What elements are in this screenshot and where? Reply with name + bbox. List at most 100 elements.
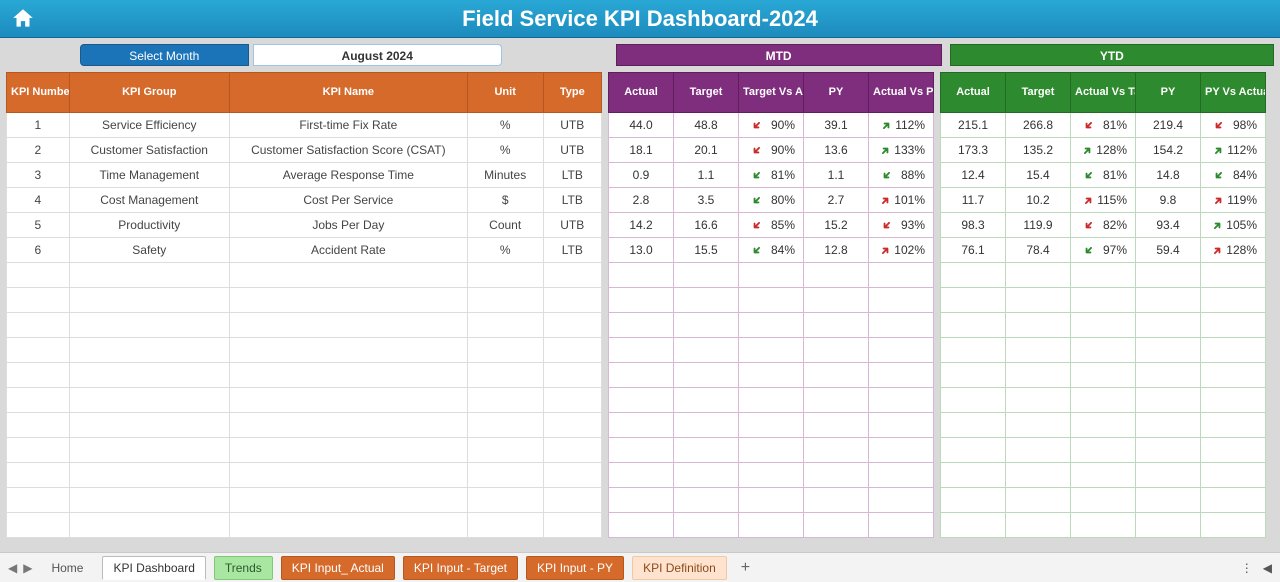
table-row[interactable]: [609, 288, 934, 313]
table-row[interactable]: [7, 513, 602, 538]
table-row[interactable]: 14.2 16.6 85% 15.2 93%: [609, 213, 934, 238]
more-options-icon[interactable]: ⋮: [1241, 561, 1253, 575]
table-row[interactable]: 6 Safety Accident Rate % LTB: [7, 238, 602, 263]
cell-mtd-target: 3.5: [674, 188, 739, 213]
table-row[interactable]: [941, 463, 1266, 488]
table-row[interactable]: [7, 438, 602, 463]
table-row[interactable]: 1 Service Efficiency First-time Fix Rate…: [7, 113, 602, 138]
table-row[interactable]: [609, 388, 934, 413]
table-row[interactable]: 0.9 1.1 81% 1.1 88%: [609, 163, 934, 188]
table-row[interactable]: 2.8 3.5 80% 2.7 101%: [609, 188, 934, 213]
table-row[interactable]: 11.7 10.2 115% 9.8 119%: [941, 188, 1266, 213]
table-row[interactable]: 13.0 15.5 84% 12.8 102%: [609, 238, 934, 263]
trend-arrow-icon: [1083, 120, 1094, 131]
table-row[interactable]: [7, 313, 602, 338]
table-row[interactable]: 5 Productivity Jobs Per Day Count UTB: [7, 213, 602, 238]
table-row[interactable]: [941, 338, 1266, 363]
table-row[interactable]: [7, 288, 602, 313]
cell-kpi-number: 2: [7, 138, 70, 163]
col-ytd-pva: PY Vs Actual: [1201, 73, 1266, 113]
table-row[interactable]: [609, 413, 934, 438]
sheet-nav[interactable]: ◀ ▶: [8, 561, 32, 575]
cell-ytd-py: 154.2: [1136, 138, 1201, 163]
cell-kpi-group: Productivity: [69, 213, 229, 238]
table-row[interactable]: 18.1 20.1 90% 13.6 133%: [609, 138, 934, 163]
table-row[interactable]: [7, 338, 602, 363]
tab-kpi-definition[interactable]: KPI Definition: [632, 556, 727, 580]
table-row[interactable]: [941, 438, 1266, 463]
cell-mtd-avp: 101%: [869, 188, 934, 213]
table-row[interactable]: [609, 438, 934, 463]
table-row[interactable]: 12.4 15.4 81% 14.8 84%: [941, 163, 1266, 188]
table-row[interactable]: 173.3 135.2 128% 154.2 112%: [941, 138, 1266, 163]
table-row[interactable]: [941, 313, 1266, 338]
table-row[interactable]: 44.0 48.8 90% 39.1 112%: [609, 113, 934, 138]
cell-mtd-tva: 81%: [739, 163, 804, 188]
col-kpi-group: KPI Group: [69, 73, 229, 113]
pct-value: 85%: [765, 218, 795, 232]
tab-trends[interactable]: Trends: [214, 556, 273, 580]
table-row[interactable]: 98.3 119.9 82% 93.4 105%: [941, 213, 1266, 238]
table-row[interactable]: [941, 513, 1266, 538]
trend-arrow-icon: [1083, 220, 1094, 231]
tab-kpi-dashboard[interactable]: KPI Dashboard: [102, 556, 205, 580]
cell-type: LTB: [543, 238, 601, 263]
cell-ytd-py: 93.4: [1136, 213, 1201, 238]
table-row[interactable]: [7, 463, 602, 488]
cell-ytd-actual: 12.4: [941, 163, 1006, 188]
table-row[interactable]: 3 Time Management Average Response Time …: [7, 163, 602, 188]
table-row[interactable]: [7, 363, 602, 388]
tab-home[interactable]: Home: [40, 556, 94, 580]
table-row[interactable]: [941, 413, 1266, 438]
tab-input-actual[interactable]: KPI Input_ Actual: [281, 556, 395, 580]
table-row[interactable]: [941, 363, 1266, 388]
tab-input-target[interactable]: KPI Input - Target: [403, 556, 518, 580]
col-mtd-actual: Actual: [609, 73, 674, 113]
tab-input-py[interactable]: KPI Input - PY: [526, 556, 624, 580]
cell-mtd-actual: 13.0: [609, 238, 674, 263]
trend-arrow-icon: [1212, 220, 1223, 231]
table-row[interactable]: [609, 488, 934, 513]
cell-kpi-name: Customer Satisfaction Score (CSAT): [229, 138, 467, 163]
table-row[interactable]: [7, 388, 602, 413]
mtd-table: Actual Target Target Vs Actual PY Actual…: [608, 72, 934, 538]
pct-value: 93%: [895, 218, 925, 232]
trend-arrow-icon: [881, 220, 892, 231]
cell-kpi-number: 5: [7, 213, 70, 238]
pct-value: 98%: [1227, 118, 1257, 132]
table-row[interactable]: [941, 288, 1266, 313]
table-row[interactable]: 4 Cost Management Cost Per Service $ LTB: [7, 188, 602, 213]
cell-ytd-pva: 84%: [1201, 163, 1266, 188]
month-selector[interactable]: August 2024: [253, 44, 502, 66]
cell-mtd-avp: 112%: [869, 113, 934, 138]
cell-kpi-number: 4: [7, 188, 70, 213]
nav-next-icon[interactable]: ▶: [23, 561, 32, 575]
table-row[interactable]: [609, 338, 934, 363]
collapse-icon[interactable]: ◀: [1263, 561, 1272, 575]
add-sheet-button[interactable]: +: [735, 559, 756, 577]
trend-arrow-icon: [1213, 120, 1224, 131]
table-row[interactable]: 215.1 266.8 81% 219.4 98%: [941, 113, 1266, 138]
nav-prev-icon[interactable]: ◀: [8, 561, 17, 575]
cell-ytd-pva: 128%: [1201, 238, 1266, 263]
table-row[interactable]: [609, 263, 934, 288]
table-row[interactable]: [7, 413, 602, 438]
home-icon[interactable]: [8, 4, 38, 34]
cell-ytd-avt: 82%: [1071, 213, 1136, 238]
table-row[interactable]: [941, 263, 1266, 288]
table-row[interactable]: [609, 463, 934, 488]
cell-mtd-avp: 88%: [869, 163, 934, 188]
table-row[interactable]: 2 Customer Satisfaction Customer Satisfa…: [7, 138, 602, 163]
table-row[interactable]: [941, 388, 1266, 413]
table-row[interactable]: [7, 263, 602, 288]
cell-unit: Minutes: [467, 163, 543, 188]
table-row[interactable]: [609, 363, 934, 388]
table-row[interactable]: [609, 513, 934, 538]
cell-ytd-pva: 105%: [1201, 213, 1266, 238]
cell-ytd-pva: 119%: [1201, 188, 1266, 213]
table-row[interactable]: [7, 488, 602, 513]
cell-ytd-actual: 215.1: [941, 113, 1006, 138]
table-row[interactable]: [609, 313, 934, 338]
table-row[interactable]: 76.1 78.4 97% 59.4 128%: [941, 238, 1266, 263]
table-row[interactable]: [941, 488, 1266, 513]
